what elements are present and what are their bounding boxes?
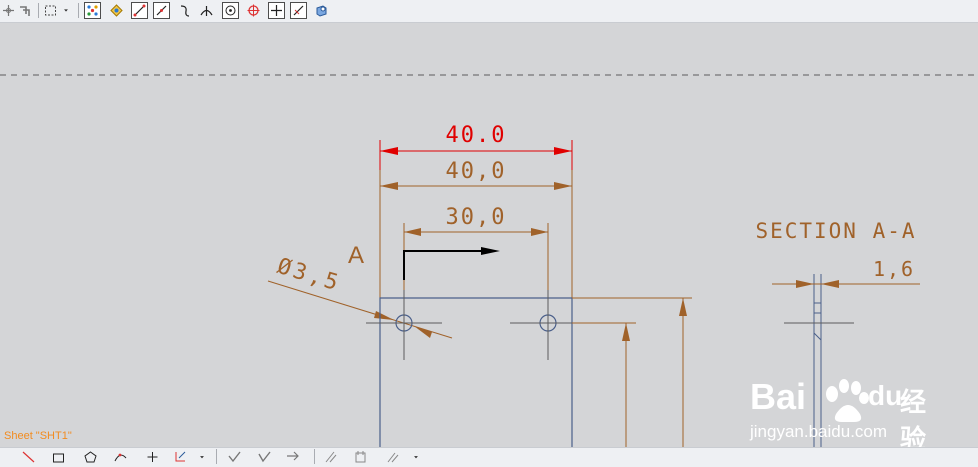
angled-line-icon[interactable] xyxy=(153,2,170,19)
sheet-tab-label[interactable]: Sheet "SHT1" xyxy=(4,430,72,442)
dimension-vertical-height[interactable] xyxy=(572,297,692,447)
chevron-down-icon[interactable] xyxy=(60,2,72,19)
section-thickness-text: 1,6 xyxy=(873,257,915,281)
chevron-down-icon[interactable] xyxy=(410,448,422,465)
point-tool-icon[interactable] xyxy=(144,448,161,465)
top-toolbar xyxy=(0,0,978,23)
fillet-icon[interactable] xyxy=(384,448,401,465)
spline-tool-icon[interactable] xyxy=(112,448,129,465)
section-letter: A xyxy=(348,242,364,269)
hatch-icon[interactable] xyxy=(322,448,339,465)
dim-overall-red-text: 40.0 xyxy=(446,123,507,148)
section-title: SECTION A-A xyxy=(755,219,916,243)
view-icon[interactable] xyxy=(313,2,330,19)
toolbar-separator xyxy=(38,3,39,18)
perpendicular-icon[interactable] xyxy=(198,2,215,19)
snap-intersection-icon[interactable] xyxy=(108,2,125,19)
toolbar-separator xyxy=(78,3,79,18)
check-icon[interactable] xyxy=(226,448,243,465)
curve-icon[interactable] xyxy=(176,2,193,19)
line-tool-icon[interactable] xyxy=(20,448,37,465)
dimension-vertical-hole[interactable] xyxy=(572,322,636,447)
diagonal-icon[interactable] xyxy=(290,2,307,19)
watermark-cn: 经验 xyxy=(900,388,927,455)
hole-diameter-text: Ø3,5 xyxy=(274,254,343,297)
watermark-brand: Bai xyxy=(750,376,807,417)
center-icon[interactable] xyxy=(222,2,239,19)
section-cut-marker[interactable]: A xyxy=(348,242,500,280)
dim-hole-spacing-text: 30,0 xyxy=(446,205,507,230)
pick-icon[interactable] xyxy=(16,2,33,19)
rectangle-tool-icon[interactable] xyxy=(50,448,67,465)
crosshair-icon[interactable] xyxy=(268,2,285,19)
dim-overall-text: 40,0 xyxy=(446,159,507,184)
baidu-watermark: Bai du 经验 jingyan.baidu.com xyxy=(750,358,950,455)
part-outline[interactable] xyxy=(379,297,573,447)
move-icon[interactable] xyxy=(0,2,17,19)
toolbar-separator xyxy=(314,449,315,464)
insert-icon[interactable] xyxy=(352,448,369,465)
circle-snap-icon[interactable] xyxy=(245,2,262,19)
snap-points-icon[interactable] xyxy=(84,2,101,19)
transform-tool-icon[interactable] xyxy=(172,448,189,465)
watermark-brand-du: du xyxy=(868,380,903,411)
hole-left[interactable] xyxy=(366,290,442,360)
hole-right[interactable] xyxy=(510,290,586,360)
bottom-toolbar xyxy=(0,447,978,467)
select-rectangle-icon[interactable] xyxy=(42,2,59,19)
toolbar-separator xyxy=(216,449,217,464)
trim-icon[interactable] xyxy=(256,448,273,465)
chevron-down-icon[interactable] xyxy=(196,448,208,465)
extend-icon[interactable] xyxy=(284,448,301,465)
dimension-hole-spacing[interactable]: 30,0 xyxy=(403,205,549,318)
watermark-url: jingyan.baidu.com xyxy=(750,422,888,441)
polygon-tool-icon[interactable] xyxy=(82,448,99,465)
line-icon[interactable] xyxy=(131,2,148,19)
